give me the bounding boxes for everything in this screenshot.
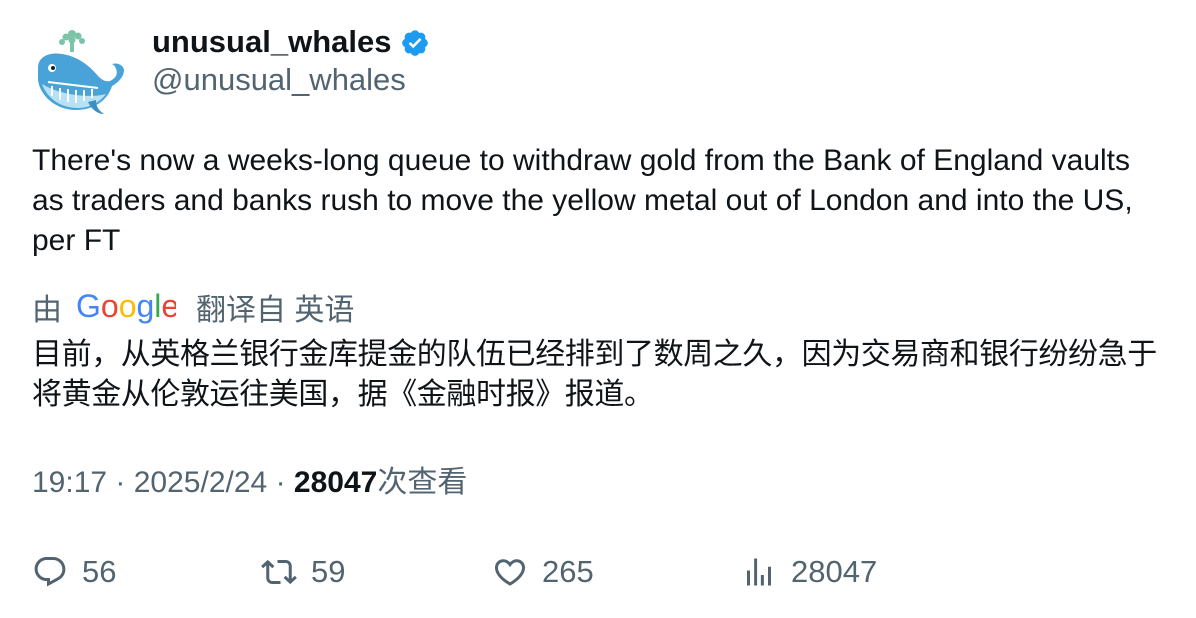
retweet-icon: [261, 559, 297, 585]
meta-separator: ·: [275, 466, 294, 499]
translation-attribution: 由 Google 翻译自 英语: [32, 286, 354, 328]
views-button[interactable]: 28047: [741, 550, 877, 594]
svg-text:Google: Google: [76, 288, 176, 324]
avatar[interactable]: [32, 24, 128, 120]
views-count: 28047: [293, 466, 378, 499]
retweet-button[interactable]: 59: [261, 550, 345, 594]
meta-separator: ·: [115, 466, 134, 499]
translation-suffix[interactable]: 翻译自 英语: [196, 285, 354, 329]
tweet-meta: 19:17 · 2025/2/24 · 28047次查看: [32, 462, 467, 504]
translated-text: 目前，从英格兰银行金库提金的队伍已经排到了数周之久，因为交易商和银行纷纷急于将黄…: [32, 337, 1157, 412]
translation-prefix: 由: [32, 294, 62, 327]
reply-button[interactable]: 56: [32, 550, 116, 594]
verified-badge-icon[interactable]: [400, 28, 430, 58]
reply-count: 56: [82, 554, 117, 589]
like-button[interactable]: 265: [492, 550, 594, 594]
author-handle[interactable]: @unusual_whales: [152, 62, 406, 98]
retweet-count: 59: [311, 554, 346, 589]
display-name[interactable]: unusual_whales: [152, 24, 391, 60]
like-count: 265: [542, 554, 594, 589]
action-bar: 56 59 265 28047: [0, 550, 1196, 594]
tweet-date[interactable]: 2025/2/24: [134, 466, 267, 499]
bar-chart-icon: [747, 558, 771, 586]
tweet-time[interactable]: 19:17: [32, 466, 107, 499]
views-label: 次查看: [377, 466, 468, 499]
heart-icon: [494, 559, 526, 586]
whale-logo-icon: [38, 30, 124, 114]
google-logo-icon: Google: [76, 288, 176, 324]
author-header: unusual_whales: [152, 20, 430, 64]
reply-icon: [34, 557, 66, 587]
tweet-text: There's now a weeks-long queue to withdr…: [32, 144, 1133, 257]
views-action-count: 28047: [791, 554, 878, 589]
